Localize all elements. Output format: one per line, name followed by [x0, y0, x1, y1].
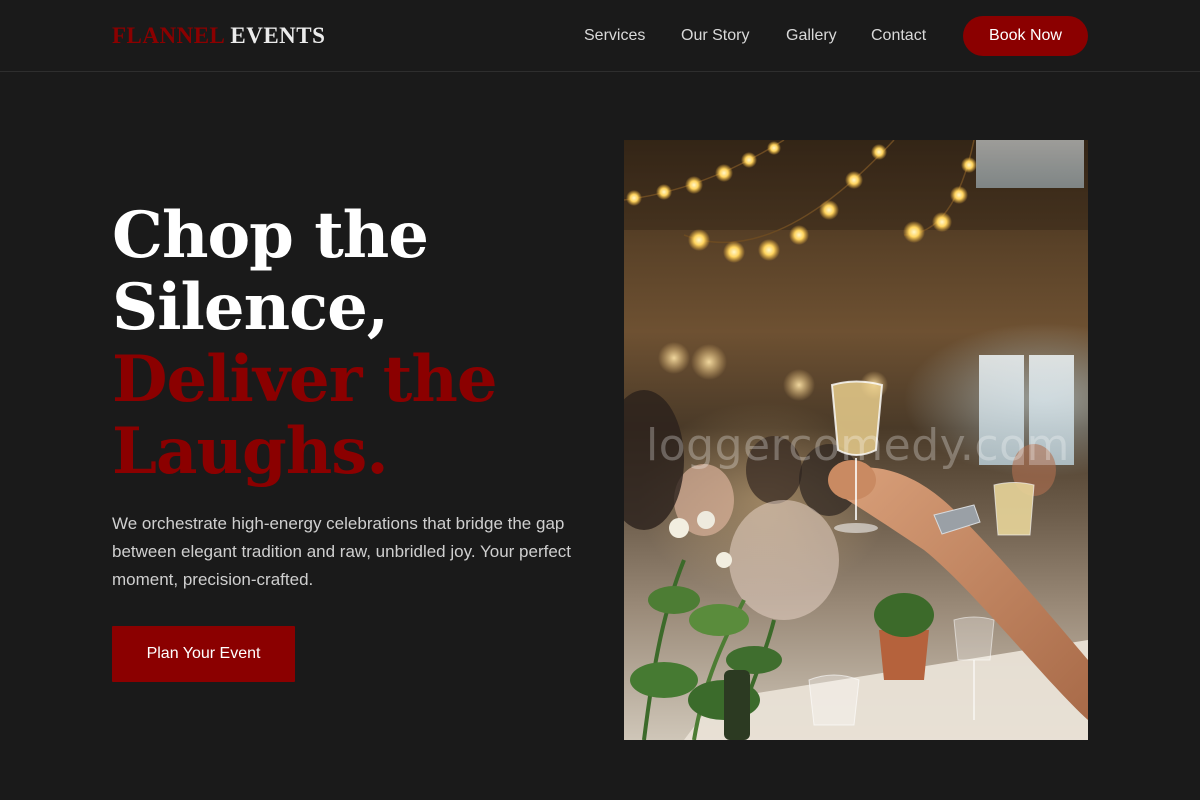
nav-link-gallery[interactable]: Gallery — [786, 25, 837, 47]
site-header: FLANNEL EVENTS Services Our Story Galler… — [0, 0, 1200, 72]
image-watermark: loggercomedy.com — [646, 420, 1070, 471]
hero-title-line-4: Laughs. — [112, 414, 389, 489]
hero-title: Chop the Silence, Deliver the Laughs. — [112, 200, 582, 488]
hero-title-line-3: Deliver the — [112, 342, 498, 417]
nav-link-our-story[interactable]: Our Story — [681, 25, 749, 47]
book-now-button[interactable]: Book Now — [963, 16, 1088, 56]
hero-title-line-1: Chop the — [112, 198, 429, 273]
hero-image-celebration: loggercomedy.com — [624, 140, 1088, 740]
nav-link-services[interactable]: Services — [584, 25, 645, 47]
hero-description: We orchestrate high-energy celebrations … — [112, 514, 571, 589]
plan-your-event-button[interactable]: Plan Your Event — [112, 626, 295, 682]
nav-link-contact[interactable]: Contact — [871, 25, 926, 47]
hero-title-line-2: Silence, — [112, 270, 389, 345]
